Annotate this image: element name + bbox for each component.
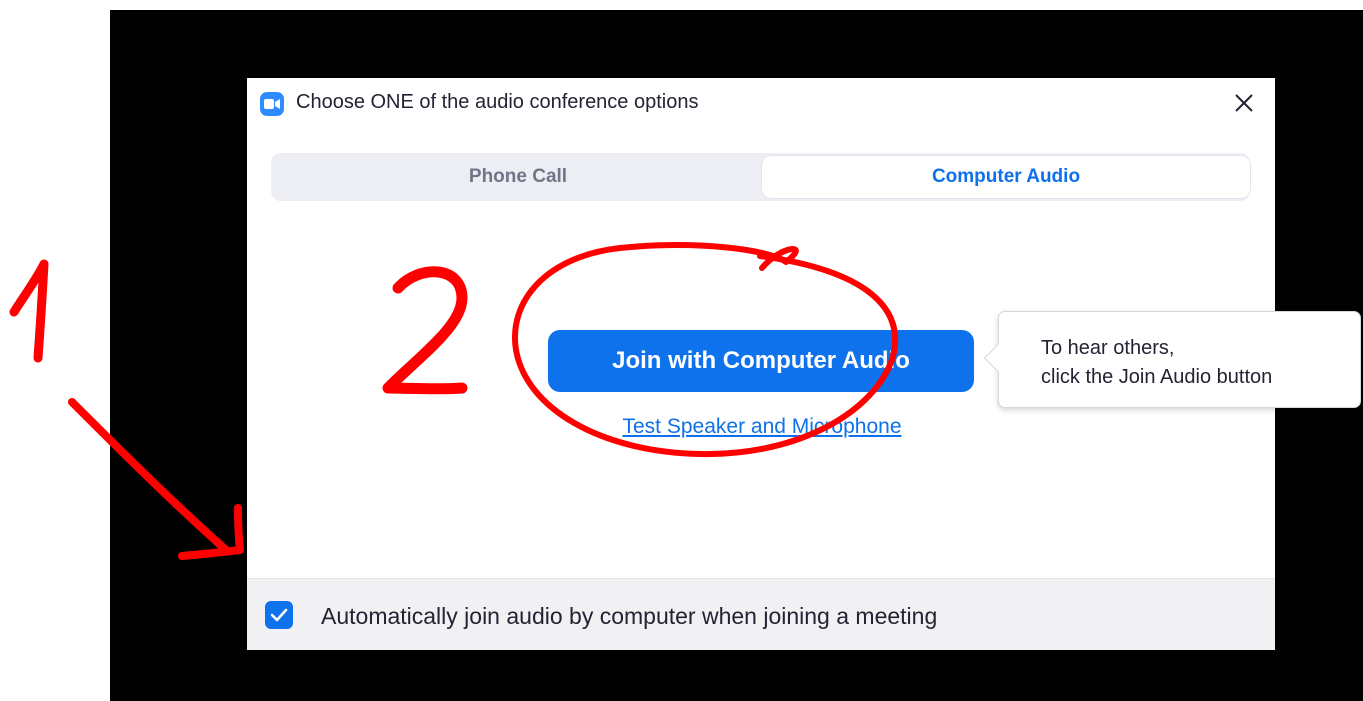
annotation-number-1 — [9, 259, 49, 363]
dialog-titlebar: Choose ONE of the audio conference optio… — [247, 78, 1275, 128]
tab-computer-audio[interactable]: Computer Audio — [762, 156, 1250, 198]
tab-phone-call[interactable]: Phone Call — [274, 156, 762, 198]
zoom-camera-icon — [260, 92, 284, 116]
tooltip-line-2: click the Join Audio button — [1041, 366, 1273, 388]
test-speaker-microphone-link[interactable]: Test Speaker and Microphone — [607, 415, 917, 439]
close-button[interactable] — [1229, 88, 1259, 118]
tooltip-line-1: To hear others, — [1041, 337, 1175, 359]
join-audio-tooltip: To hear others, click the Join Audio but… — [983, 311, 1361, 408]
auto-join-checkbox[interactable] — [265, 601, 293, 629]
screen: Choose ONE of the audio conference optio… — [0, 0, 1363, 701]
dialog-title: Choose ONE of the audio conference optio… — [296, 91, 699, 113]
checkmark-icon — [270, 608, 288, 622]
join-computer-audio-button[interactable]: Join with Computer Audio — [548, 330, 974, 392]
auto-join-label[interactable]: Automatically join audio by computer whe… — [321, 603, 937, 630]
audio-tabs: Phone Call Computer Audio — [271, 153, 1250, 201]
close-icon — [1235, 94, 1253, 112]
dialog-footer: Automatically join audio by computer whe… — [247, 578, 1275, 650]
